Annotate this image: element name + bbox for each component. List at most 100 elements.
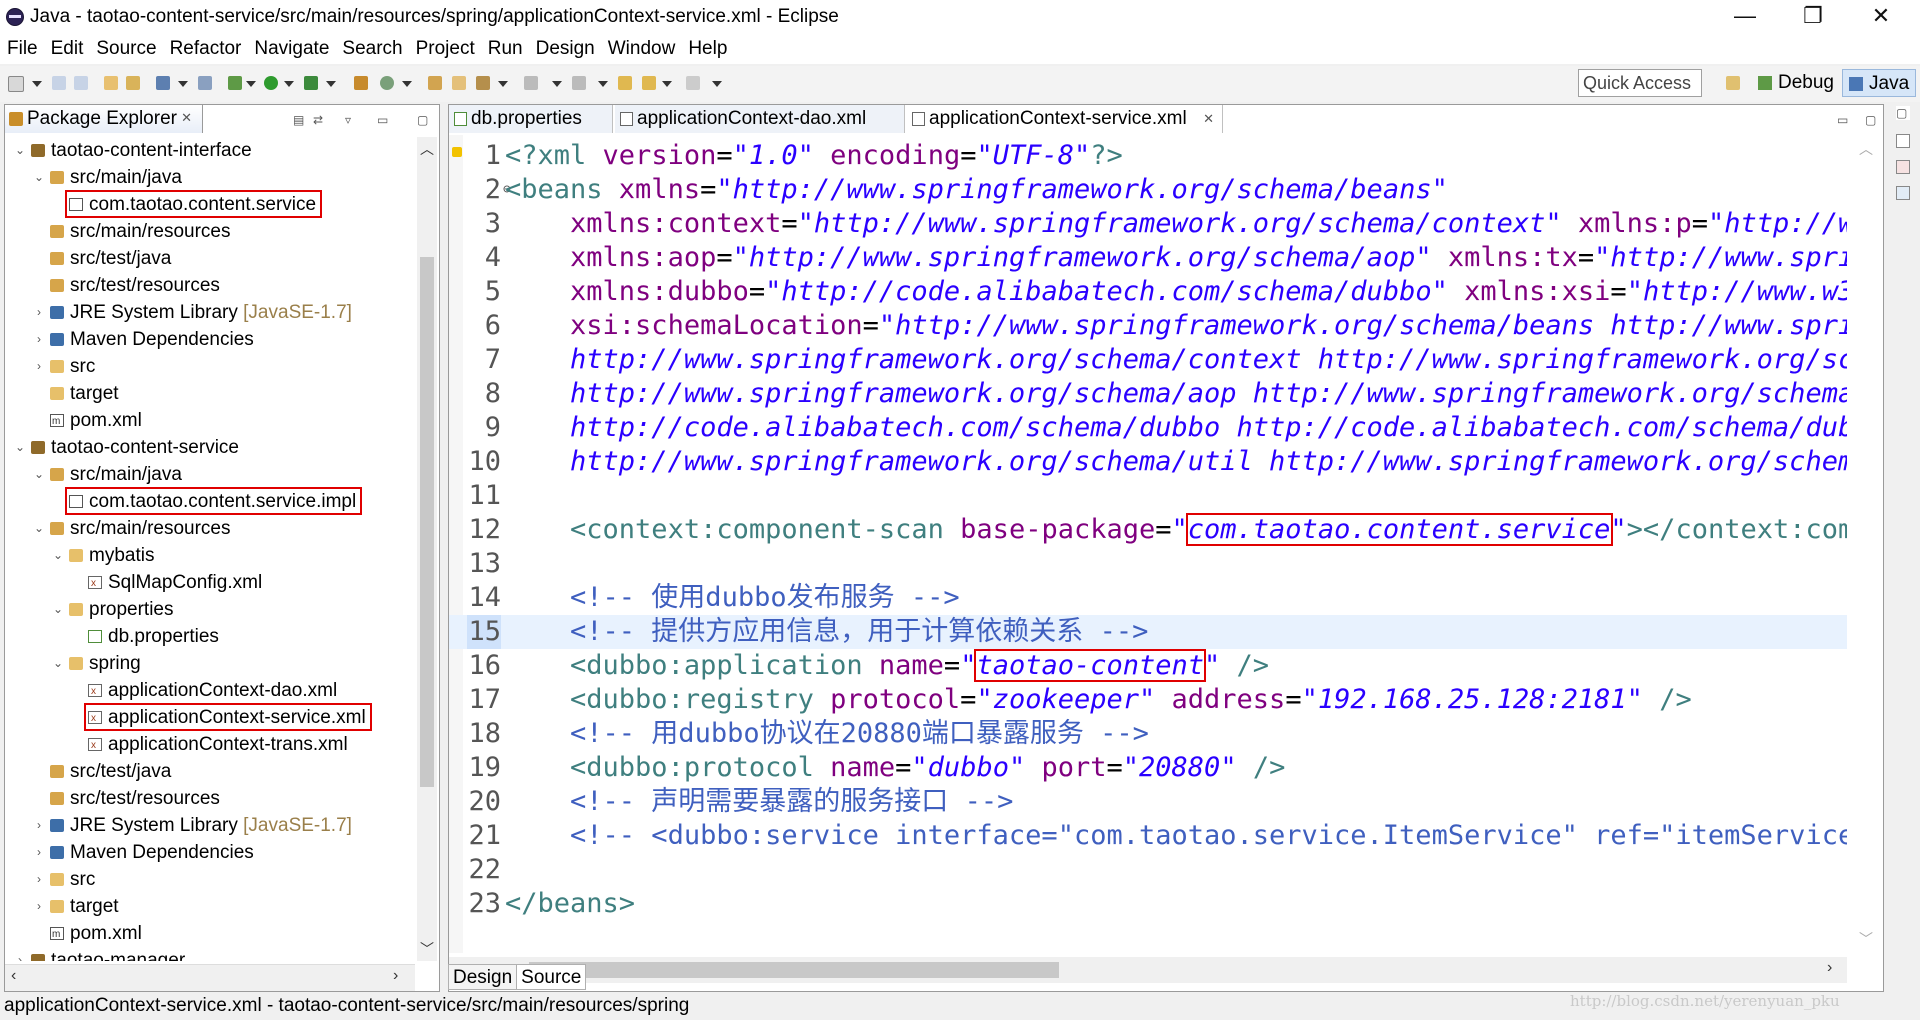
editor-tab-dao-xml[interactable]: applicationContext-dao.xml [615, 105, 905, 133]
tab-design[interactable]: Design [448, 964, 518, 990]
save-icon[interactable] [52, 76, 66, 90]
expanded-twisty-icon[interactable]: ⌄ [32, 164, 46, 191]
maximize-button[interactable]: ❐ [1784, 0, 1842, 34]
debug-icon[interactable] [228, 76, 242, 90]
code-line[interactable]: 18 <!-- 用dubbo协议在20880端口暴露服务 --> [449, 717, 1847, 751]
expanded-twisty-icon[interactable]: ⌄ [51, 596, 65, 623]
perspective-java[interactable]: Java [1842, 69, 1917, 97]
new-java-project-icon[interactable] [354, 76, 368, 90]
coverage-dropdown-icon[interactable] [326, 81, 336, 87]
code-line[interactable]: 14 <!-- 使用dubbo发布服务 --> [449, 581, 1847, 615]
code-line[interactable]: 17 <dubbo:registry protocol="zookeeper" … [449, 683, 1847, 717]
menu-edit[interactable]: Edit [44, 34, 90, 60]
code-line[interactable]: 9 http://code.alibabatech.com/schema/dub… [449, 411, 1847, 445]
tree-horizontal-scrollbar[interactable]: ‹ › [5, 964, 415, 991]
scroll-up-icon[interactable]: ︿ [1859, 139, 1873, 159]
collapsed-twisty-icon[interactable]: › [32, 353, 46, 380]
open-type-icon[interactable] [428, 76, 442, 90]
scroll-down-icon[interactable]: ﹀ [417, 939, 437, 959]
open-folder-icon[interactable] [452, 76, 466, 90]
console-dropdown-icon[interactable] [178, 81, 188, 87]
editor-scroll-thumb[interactable] [529, 962, 1059, 978]
expanded-twisty-icon[interactable]: ⌄ [51, 542, 65, 569]
code-area[interactable]: 1 <?xml version="1.0" encoding="UTF-8"?> 2… [449, 135, 1847, 953]
scroll-up-icon[interactable]: ︿ [417, 139, 437, 159]
code-line[interactable]: 5 xmlns:dubbo="http://code.alibabatech.c… [449, 275, 1847, 309]
maximize-view-icon[interactable]: ▢ [417, 113, 428, 127]
save-all-icon[interactable] [74, 76, 88, 90]
code-line[interactable]: 23 </beans> [449, 887, 1847, 921]
maximize-editor-icon[interactable]: ▢ [1865, 113, 1876, 127]
expanded-twisty-icon[interactable]: ⌄ [51, 650, 65, 677]
task-list-icon[interactable] [1896, 186, 1910, 200]
close-window-button[interactable]: ✕ [1852, 0, 1910, 34]
code-line[interactable]: 12 <context:component-scan base-package=… [449, 513, 1847, 547]
code-line[interactable]: 11 [449, 479, 1847, 513]
console-icon[interactable] [156, 76, 170, 90]
run-icon[interactable] [264, 76, 278, 90]
scroll-down-icon[interactable]: ﹀ [1859, 929, 1873, 949]
menu-navigate[interactable]: Navigate [247, 34, 335, 60]
code-line[interactable]: 22 [449, 853, 1847, 887]
collapsed-twisty-icon[interactable]: › [32, 893, 46, 920]
collapsed-twisty-icon[interactable]: › [32, 839, 46, 866]
menu-help[interactable]: Help [681, 34, 733, 60]
editor-vertical-scrollbar[interactable]: ︿ ﹀ [1851, 135, 1881, 953]
expanded-twisty-icon[interactable]: ⌄ [32, 515, 46, 542]
tree-vertical-scrollbar[interactable]: ︿ ﹀ [417, 137, 437, 961]
menu-project[interactable]: Project [409, 34, 481, 60]
scroll-right-icon[interactable]: › [393, 967, 398, 985]
open-perspective-icon[interactable] [1726, 76, 1740, 90]
search-dropdown-icon[interactable] [498, 81, 508, 87]
code-line[interactable]: 20 <!-- 声明需要暴露的服务接口 --> [449, 785, 1847, 819]
code-line[interactable]: 7 http://www.springframework.org/schema/… [449, 343, 1847, 377]
minimize-view-icon[interactable]: ▭ [377, 113, 388, 127]
code-line[interactable]: 6 xsi:schemaLocation="http://www.springf… [449, 309, 1847, 343]
menu-file[interactable]: File [0, 34, 44, 60]
previous-annotation-icon[interactable] [572, 76, 586, 90]
code-line[interactable]: 21 <!-- <dubbo:service interface="com.ta… [449, 819, 1847, 853]
code-line[interactable]: 15 <!-- 提供方应用信息，用于计算依赖关系 --> [449, 615, 1847, 649]
collapsed-twisty-icon[interactable]: › [32, 299, 46, 326]
scroll-right-icon[interactable]: › [1827, 959, 1832, 977]
last-edit-location-icon[interactable] [618, 76, 632, 90]
code-line[interactable]: 16 <dubbo:application name="taotao-conte… [449, 649, 1847, 683]
tab-source[interactable]: Source [516, 964, 587, 990]
code-line[interactable]: 13 [449, 547, 1847, 581]
editor-tab-db-properties[interactable]: db.properties [449, 105, 613, 133]
editor-horizontal-scrollbar[interactable]: ‹ › [449, 957, 1847, 983]
editor-tab-service-xml[interactable]: applicationContext-service.xml ✕ [907, 105, 1223, 133]
close-tab-icon[interactable]: ✕ [1203, 111, 1214, 127]
package-explorer-tab[interactable]: Package Explorer ✕ [5, 105, 203, 133]
new-file-icon[interactable] [8, 76, 24, 92]
menu-source[interactable]: Source [89, 34, 162, 60]
debug-dropdown-icon[interactable] [246, 81, 256, 87]
close-tab-icon[interactable]: ✕ [181, 110, 192, 126]
collapsed-twisty-icon[interactable]: › [32, 866, 46, 893]
next-annotation-icon[interactable] [524, 76, 538, 90]
code-line[interactable]: 2 ⊖ <beans xmlns="http://www.springframewo… [449, 173, 1847, 207]
next-annotation-dropdown-icon[interactable] [552, 81, 562, 87]
forward-icon[interactable] [686, 76, 700, 90]
new-class-dropdown-icon[interactable] [402, 81, 412, 87]
menu-design[interactable]: Design [529, 34, 601, 60]
menu-refactor[interactable]: Refactor [163, 34, 248, 60]
scroll-left-icon[interactable]: ‹ [11, 967, 16, 985]
code-line[interactable]: 19 <dubbo:protocol name="dubbo" port="20… [449, 751, 1847, 785]
minimize-editor-icon[interactable]: ▭ [1837, 113, 1848, 127]
back-dropdown-icon[interactable] [662, 81, 672, 87]
back-icon[interactable] [642, 76, 656, 90]
view-menu-icon[interactable]: ▿ [345, 113, 351, 127]
minimize-button[interactable]: — [1716, 0, 1774, 34]
menu-run[interactable]: Run [481, 34, 529, 60]
previous-annotation-dropdown-icon[interactable] [598, 81, 608, 87]
collapsed-twisty-icon[interactable]: › [13, 947, 27, 961]
menu-search[interactable]: Search [335, 34, 408, 60]
forward-dropdown-icon[interactable] [712, 81, 722, 87]
palette-icon[interactable] [1896, 160, 1910, 174]
collapsed-twisty-icon[interactable]: › [32, 326, 46, 353]
code-line[interactable]: 3 xmlns:context="http://www.springframew… [449, 207, 1847, 241]
code-line[interactable]: 8 http://www.springframework.org/schema/… [449, 377, 1847, 411]
expanded-twisty-icon[interactable]: ⌄ [32, 461, 46, 488]
code-line[interactable]: 1 <?xml version="1.0" encoding="UTF-8"?> [449, 139, 1847, 173]
